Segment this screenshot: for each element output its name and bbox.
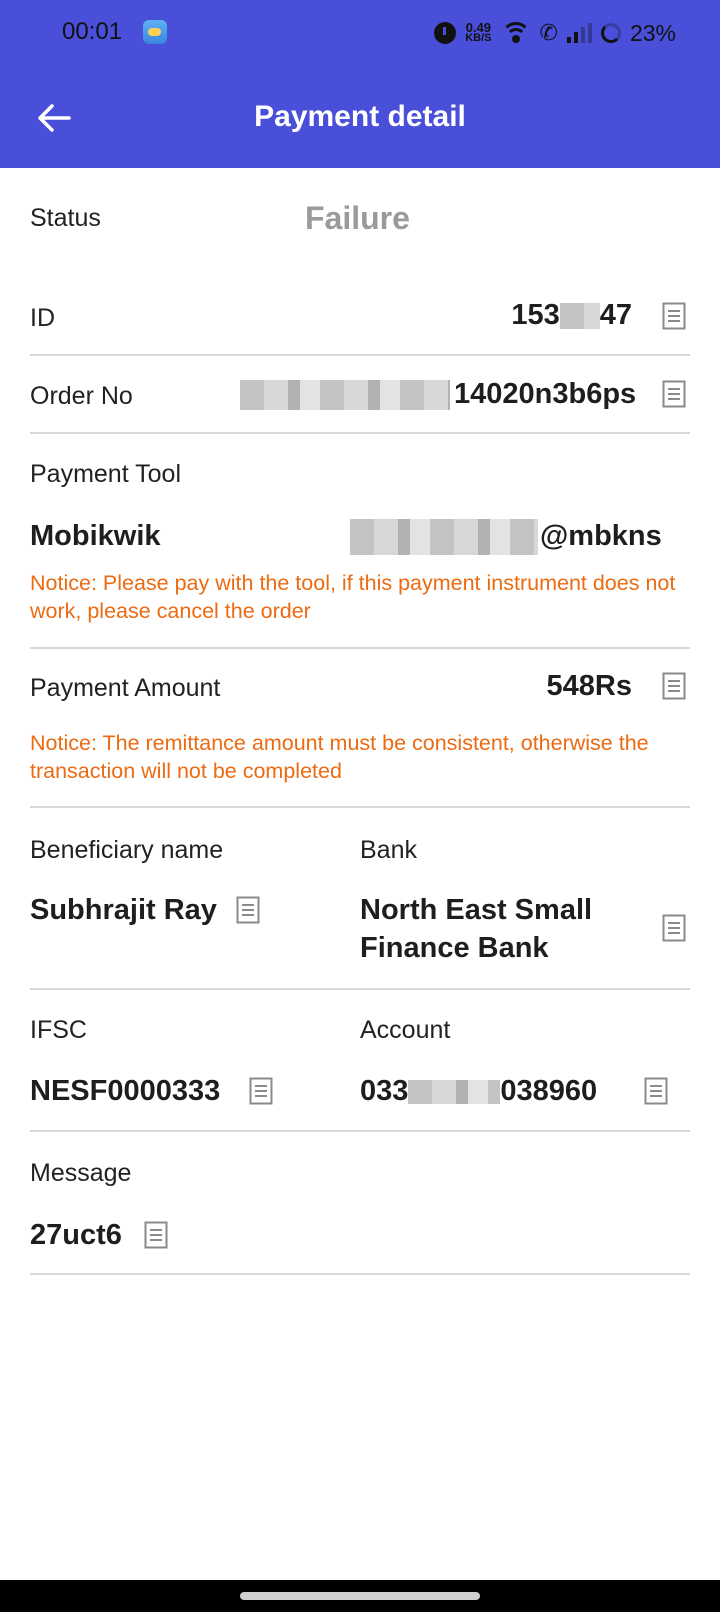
id-redacted	[559, 303, 600, 330]
divider	[30, 806, 690, 808]
weather-icon	[143, 20, 167, 44]
status-label: Status	[30, 204, 101, 232]
divider	[30, 1273, 690, 1275]
order-label: Order No	[30, 382, 133, 410]
copy-beneficiary-icon[interactable]	[236, 896, 260, 924]
payment-handle: @mbkns	[540, 520, 662, 552]
status-time: 00:01	[62, 18, 123, 45]
payment-tool-name: Mobikwik	[30, 520, 161, 552]
beneficiary-value: Subhrajit Ray	[30, 894, 217, 926]
app-header: 00:01 0.49 KB/S ✆ 23% Payment detail	[0, 0, 720, 168]
payment-amount-label: Payment Amount	[30, 674, 221, 702]
ifsc-value: NESF0000333	[30, 1075, 221, 1107]
message-value: 27uct6	[30, 1219, 122, 1251]
wifi-calling-icon: ✆	[539, 20, 558, 45]
status-value: Failure	[305, 200, 410, 236]
battery-icon	[600, 23, 621, 43]
account-suffix: 038960	[500, 1075, 598, 1107]
network-speed-unit: KB/S	[465, 32, 492, 44]
divider	[30, 354, 690, 356]
alarm-icon	[434, 22, 457, 44]
divider	[30, 988, 690, 990]
status-icons: 0.49 KB/S ✆ 23%	[434, 18, 676, 48]
system-nav-bar	[0, 1580, 720, 1612]
bank-label: Bank	[360, 836, 417, 864]
bank-line-1: North East Small	[360, 894, 593, 926]
account-label: Account	[360, 1016, 451, 1044]
id-suffix: 47	[599, 299, 632, 331]
divider	[30, 1130, 690, 1132]
beneficiary-label: Beneficiary name	[30, 836, 224, 864]
account-prefix: 033	[360, 1075, 409, 1107]
copy-ifsc-icon[interactable]	[249, 1077, 273, 1105]
copy-account-icon[interactable]	[644, 1077, 668, 1105]
payment-tool-notice: Notice: Please pay with the tool, if thi…	[30, 571, 676, 623]
network-speed: 0.49 KB/S	[465, 21, 492, 44]
title-bar: Payment detail	[0, 78, 720, 158]
copy-id-icon[interactable]	[662, 302, 686, 330]
payment-tool-label: Payment Tool	[30, 460, 182, 488]
status-bar: 00:01 0.49 KB/S ✆ 23%	[0, 0, 720, 66]
account-redacted	[408, 1080, 501, 1105]
payment-amount-notice: Notice: The remittance amount must be co…	[30, 731, 649, 783]
message-label: Message	[30, 1159, 132, 1187]
wifi-icon	[500, 22, 531, 44]
order-redacted	[240, 380, 450, 410]
payment-amount-value: 548Rs	[546, 670, 632, 702]
page-title: Payment detail	[254, 100, 466, 133]
copy-bank-icon[interactable]	[662, 914, 686, 942]
home-gesture-handle[interactable]	[240, 1592, 480, 1600]
divider	[30, 432, 690, 434]
order-value: 14020n3b6ps	[454, 378, 637, 410]
bank-line-2: Finance Bank	[360, 932, 549, 964]
copy-message-icon[interactable]	[144, 1221, 168, 1249]
battery-percent: 23%	[629, 19, 676, 46]
id-prefix: 153	[511, 299, 560, 331]
id-value: 153 47	[511, 299, 632, 332]
copy-order-icon[interactable]	[662, 380, 686, 408]
ifsc-label: IFSC	[30, 1016, 87, 1044]
payment-handle-redacted	[350, 519, 538, 555]
id-label: ID	[30, 304, 55, 332]
signal-icon	[566, 23, 592, 43]
account-value: 033 038960	[360, 1075, 597, 1108]
copy-amount-icon[interactable]	[662, 672, 686, 700]
divider	[30, 647, 690, 649]
